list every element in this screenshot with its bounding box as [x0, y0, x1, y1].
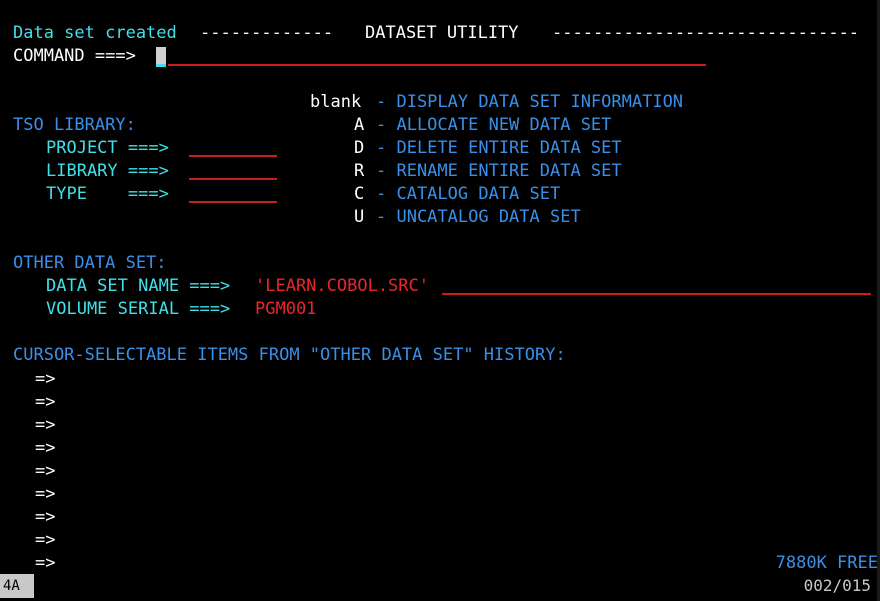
session-indicator: 4A	[0, 574, 34, 598]
header-rule-left: -------------	[200, 23, 334, 43]
history-item[interactable]: =>	[35, 368, 66, 391]
history-item[interactable]: =>	[35, 460, 66, 483]
command-label: COMMAND ===>	[13, 46, 136, 66]
command-input[interactable]	[168, 64, 706, 66]
dataset-name-input[interactable]: 'LEARN.COBOL.SRC'	[255, 275, 429, 298]
option-key-uncatalog: U	[354, 207, 365, 227]
history-item[interactable]: =>	[35, 414, 66, 437]
option-key-blank: blank	[310, 92, 362, 112]
dataset-name-field-underline[interactable]	[442, 293, 871, 295]
option-desc-uncatalog: - UNCATALOG DATA SET	[376, 207, 581, 227]
option-desc-allocate: - ALLOCATE NEW DATA SET	[376, 115, 612, 135]
header-rule-right: ------------------------------	[552, 23, 860, 43]
text-cursor	[156, 47, 166, 67]
volume-serial-input[interactable]: PGM001	[255, 298, 316, 321]
option-desc-rename: - RENAME ENTIRE DATA SET	[376, 161, 622, 181]
option-desc-delete: - DELETE ENTIRE DATA SET	[376, 138, 622, 158]
volume-serial-label: VOLUME SERIAL ===>	[46, 299, 231, 319]
option-desc-display: - DISPLAY DATA SET INFORMATION	[376, 92, 684, 112]
option-key-allocate: A	[354, 115, 365, 135]
tso-library-heading: TSO LIBRARY:	[13, 115, 136, 135]
free-space-indicator: 7880K FREE	[775, 553, 878, 573]
history-item[interactable]: =>	[35, 506, 66, 529]
status-bar	[0, 574, 880, 601]
cursor-position: 002/015	[803, 576, 871, 595]
page-title: DATASET UTILITY	[365, 23, 519, 43]
library-field[interactable]	[189, 178, 277, 180]
option-key-delete: D	[354, 138, 365, 158]
option-key-catalog: C	[354, 184, 365, 204]
library-label: LIBRARY ===>	[46, 161, 169, 181]
status-message: Data set created	[13, 23, 177, 43]
history-item[interactable]: =>	[35, 391, 66, 414]
history-item[interactable]: =>	[35, 437, 66, 460]
history-item[interactable]: =>	[35, 552, 66, 575]
option-key-rename: R	[354, 161, 365, 181]
history-item[interactable]: =>	[35, 483, 66, 506]
project-field[interactable]	[189, 155, 277, 157]
type-field[interactable]	[189, 201, 277, 203]
option-desc-catalog: - CATALOG DATA SET	[376, 184, 561, 204]
history-heading: CURSOR-SELECTABLE ITEMS FROM "OTHER DATA…	[13, 345, 566, 365]
other-dataset-heading: OTHER DATA SET:	[13, 253, 167, 273]
dataset-name-label: DATA SET NAME ===>	[46, 276, 231, 296]
project-label: PROJECT ===>	[46, 138, 169, 158]
history-item[interactable]: =>	[35, 529, 66, 552]
type-label: TYPE ===>	[46, 184, 169, 204]
